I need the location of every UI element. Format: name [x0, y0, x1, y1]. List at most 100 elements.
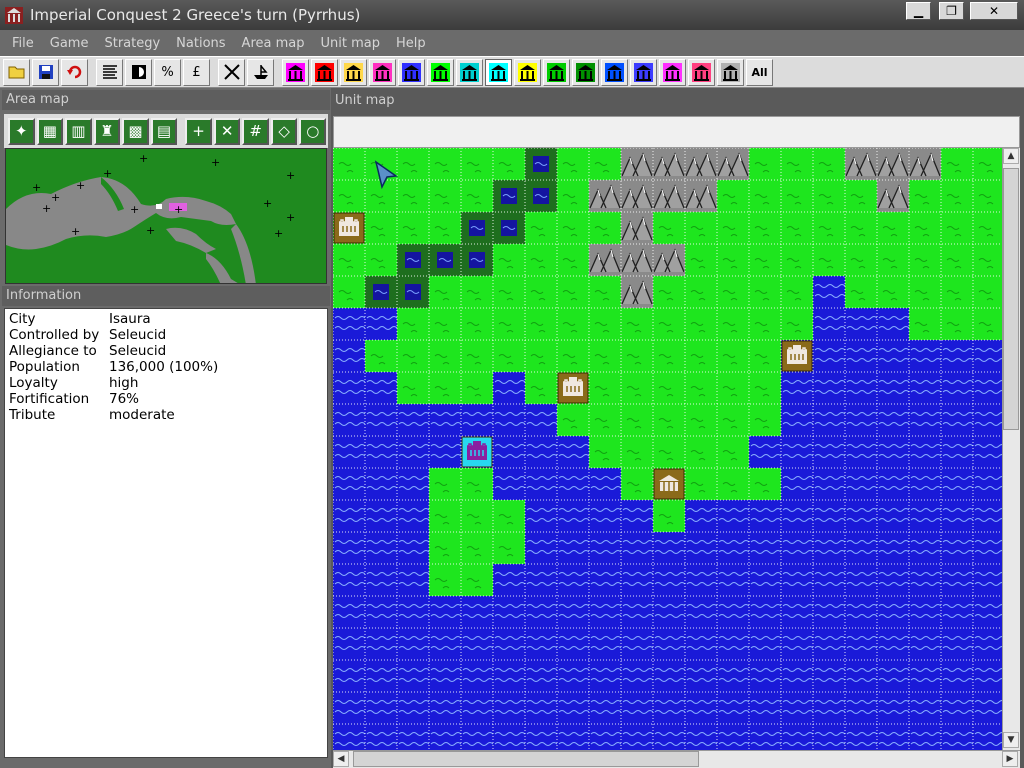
map-tile[interactable]	[621, 596, 653, 628]
map-tile[interactable]	[717, 340, 749, 372]
map-tile[interactable]	[845, 212, 877, 244]
map-tile[interactable]	[973, 436, 1002, 468]
map-tile[interactable]	[333, 468, 365, 500]
map-tile[interactable]	[973, 372, 1002, 404]
map-tile[interactable]	[397, 148, 429, 180]
map-tile[interactable]	[333, 276, 365, 308]
nation-button-2[interactable]	[311, 58, 338, 86]
map-tile[interactable]	[461, 596, 493, 628]
nation-button-10[interactable]	[543, 58, 570, 86]
map-tile[interactable]	[365, 724, 397, 750]
map-tile[interactable]	[717, 404, 749, 436]
map-tile[interactable]	[909, 340, 941, 372]
map-tile[interactable]	[749, 468, 781, 500]
map-tile[interactable]	[877, 212, 909, 244]
map-tile[interactable]	[941, 372, 973, 404]
map-tile[interactable]	[781, 308, 813, 340]
map-tile[interactable]	[621, 340, 653, 372]
map-tile[interactable]	[589, 500, 621, 532]
map-tile[interactable]	[909, 692, 941, 724]
map-tile[interactable]	[973, 532, 1002, 564]
map-tile[interactable]	[717, 628, 749, 660]
map-tile[interactable]	[941, 500, 973, 532]
map-tile[interactable]	[909, 532, 941, 564]
area-tool-button-3[interactable]: ▥	[65, 117, 92, 145]
map-tile[interactable]	[589, 244, 621, 276]
map-tile[interactable]	[461, 308, 493, 340]
map-tile[interactable]	[397, 724, 429, 750]
map-tile[interactable]	[717, 436, 749, 468]
map-tile[interactable]	[589, 180, 621, 212]
map-tile[interactable]	[589, 692, 621, 724]
report-button[interactable]	[96, 58, 123, 86]
nation-button-9[interactable]	[514, 58, 541, 86]
map-tile[interactable]	[493, 180, 525, 212]
map-tile[interactable]	[845, 724, 877, 750]
menu-unit-map[interactable]: Unit map	[312, 36, 387, 51]
map-tile[interactable]	[685, 532, 717, 564]
map-tile[interactable]	[429, 564, 461, 596]
map-tile[interactable]	[909, 308, 941, 340]
map-tile[interactable]	[397, 276, 429, 308]
map-tile[interactable]	[717, 692, 749, 724]
map-tile[interactable]	[813, 692, 845, 724]
map-tile[interactable]	[461, 468, 493, 500]
map-tile[interactable]	[589, 340, 621, 372]
map-tile[interactable]	[461, 372, 493, 404]
map-tile[interactable]	[525, 404, 557, 436]
nation-button-14[interactable]	[659, 58, 686, 86]
map-tile[interactable]	[877, 308, 909, 340]
map-tile[interactable]	[621, 532, 653, 564]
map-tile[interactable]	[365, 564, 397, 596]
map-tile[interactable]	[941, 404, 973, 436]
map-tile[interactable]	[781, 660, 813, 692]
map-tile[interactable]	[653, 372, 685, 404]
map-tile[interactable]	[429, 180, 461, 212]
map-tile[interactable]	[365, 404, 397, 436]
map-tile[interactable]	[749, 404, 781, 436]
map-tile[interactable]	[653, 180, 685, 212]
map-tile[interactable]	[621, 148, 653, 180]
map-tile[interactable]	[973, 660, 1002, 692]
map-tile[interactable]	[653, 660, 685, 692]
map-tile[interactable]	[461, 500, 493, 532]
map-tile[interactable]	[653, 724, 685, 750]
map-tile[interactable]	[781, 692, 813, 724]
unit-map-grid[interactable]	[333, 148, 1002, 750]
map-tile[interactable]	[557, 532, 589, 564]
map-tile[interactable]	[973, 628, 1002, 660]
map-tile[interactable]	[333, 532, 365, 564]
map-tile[interactable]	[333, 148, 365, 180]
unit-map-horizontal-scrollbar[interactable]: ◀ ▶	[333, 750, 1020, 768]
map-tile[interactable]	[749, 596, 781, 628]
map-tile[interactable]	[845, 308, 877, 340]
map-tile[interactable]	[429, 660, 461, 692]
map-tile[interactable]	[333, 308, 365, 340]
area-minimap[interactable]: + + + + + + + + + + + + + + +	[5, 148, 327, 284]
map-tile[interactable]	[685, 628, 717, 660]
map-tile[interactable]	[493, 596, 525, 628]
map-tile[interactable]	[653, 212, 685, 244]
map-tile[interactable]	[621, 276, 653, 308]
map-tile[interactable]	[877, 564, 909, 596]
map-tile[interactable]	[397, 692, 429, 724]
map-tile[interactable]	[845, 660, 877, 692]
city-icon[interactable]	[781, 340, 813, 372]
map-tile[interactable]	[653, 436, 685, 468]
map-tile[interactable]	[877, 148, 909, 180]
map-tile[interactable]	[621, 692, 653, 724]
map-tile[interactable]	[845, 468, 877, 500]
map-tile[interactable]	[429, 308, 461, 340]
map-tile[interactable]	[717, 276, 749, 308]
map-tile[interactable]	[749, 308, 781, 340]
map-tile[interactable]	[781, 564, 813, 596]
map-tile[interactable]	[525, 660, 557, 692]
map-tile[interactable]	[589, 468, 621, 500]
map-tile[interactable]	[685, 276, 717, 308]
map-tile[interactable]	[525, 276, 557, 308]
map-tile[interactable]	[397, 372, 429, 404]
map-tile[interactable]	[941, 436, 973, 468]
map-tile[interactable]	[557, 148, 589, 180]
map-tile[interactable]	[909, 244, 941, 276]
area-tool-button-11[interactable]: ○	[299, 117, 327, 145]
